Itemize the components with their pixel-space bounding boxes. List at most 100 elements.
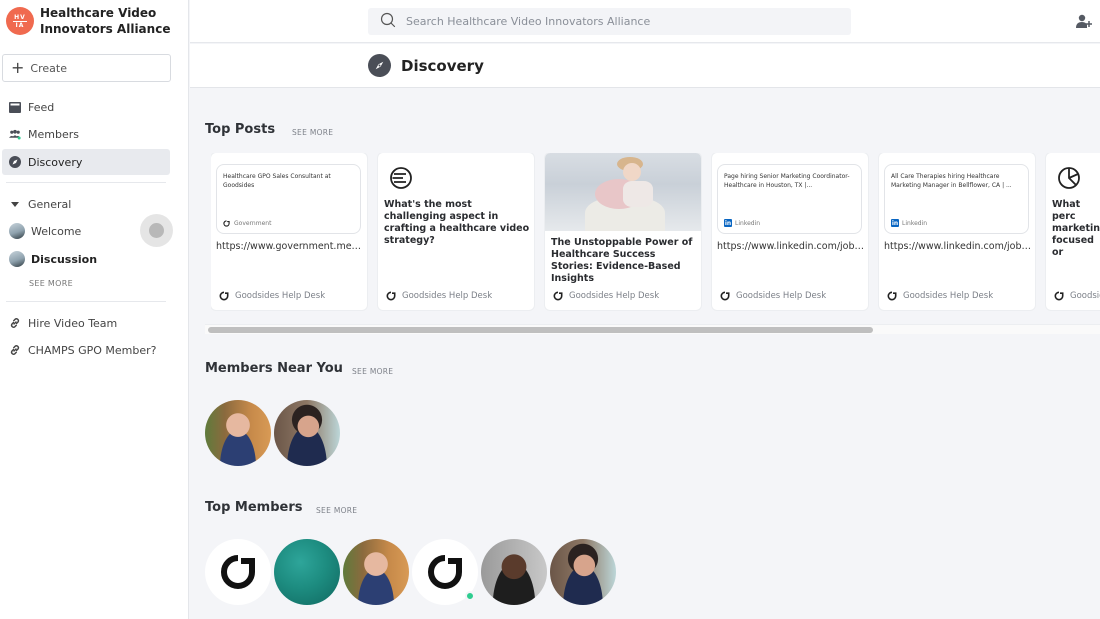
brand-name-line2: Innovators Alliance xyxy=(40,22,171,36)
member-avatar[interactable] xyxy=(205,539,271,605)
post-card[interactable]: All Care Therapies hiring Healthcare Mar… xyxy=(879,153,1035,310)
sidebar-divider xyxy=(6,182,166,183)
sidebar-link-hire-video-team[interactable]: Hire Video Team xyxy=(2,310,170,336)
linkedin-icon: in xyxy=(891,219,899,227)
sidebar-item-label: Feed xyxy=(28,100,55,114)
members-near-you-title: Members Near You xyxy=(205,361,343,376)
online-status-dot xyxy=(465,591,475,601)
goodsides-logo-icon xyxy=(221,555,255,589)
poll-lines-icon xyxy=(390,167,412,189)
logo-text-bottom: IA xyxy=(15,21,25,29)
brand[interactable]: HV IA Healthcare Video Innovators Allian… xyxy=(0,0,188,42)
sidebar-link-champs-gpo[interactable]: CHAMPS GPO Member? xyxy=(2,337,170,363)
post-url[interactable]: https://www.linkedin.com/jobs/... xyxy=(884,241,1031,252)
sidebar: HV IA Healthcare Video Innovators Allian… xyxy=(0,0,189,619)
channel-label: Welcome xyxy=(31,224,82,238)
post-author[interactable]: Goodsides Help Desk xyxy=(553,291,659,301)
link-preview-title: Page hiring Senior Marketing Coordinator… xyxy=(724,173,850,189)
author-name: Goodsides Help Desk xyxy=(903,291,994,301)
member-avatar[interactable] xyxy=(343,539,409,605)
pie-chart-icon xyxy=(1058,167,1080,189)
author-name: Goodsides Help Desk xyxy=(569,291,660,301)
posts-horizontal-scrollbar[interactable] xyxy=(205,324,1100,334)
post-author[interactable]: Goodsides Help Desk xyxy=(386,291,492,301)
top-members-see-more[interactable]: SEE MORE xyxy=(316,506,357,515)
goodsides-logo-icon xyxy=(1054,291,1064,301)
caret-down-icon xyxy=(9,198,21,210)
member-avatar[interactable] xyxy=(481,539,547,605)
search-icon xyxy=(380,12,396,32)
post-url[interactable]: https://www.linkedin.com/jobs/... xyxy=(717,241,864,252)
top-posts-title: Top Posts xyxy=(205,122,276,137)
link-preview[interactable]: Healthcare GPO Sales Consultant at Goods… xyxy=(216,164,361,234)
brand-name[interactable]: Healthcare Video Innovators Alliance xyxy=(40,5,170,37)
goodsides-logo-icon xyxy=(386,291,396,301)
search-bar[interactable] xyxy=(368,8,851,35)
member-avatar[interactable] xyxy=(274,400,340,466)
member-avatar[interactable] xyxy=(274,539,340,605)
link-preview-title: Healthcare GPO Sales Consultant at Goods… xyxy=(223,173,331,189)
click-ripple xyxy=(140,214,173,247)
member-avatar[interactable] xyxy=(550,539,616,605)
add-user-icon xyxy=(1076,14,1092,28)
post-card[interactable]: What's the most challenging aspect in cr… xyxy=(378,153,534,310)
linkedin-icon: in xyxy=(724,219,732,227)
goodsides-logo-icon xyxy=(428,555,462,589)
top-posts-see-more[interactable]: SEE MORE xyxy=(292,128,333,137)
members-icon xyxy=(9,128,21,140)
sidebar-divider xyxy=(6,301,166,302)
source-label: Linkedin xyxy=(735,219,761,227)
create-label: Create xyxy=(30,61,67,75)
goodsides-logo-icon xyxy=(887,291,897,301)
link-preview-source: in Linkedin xyxy=(724,219,760,227)
sidebar-item-label: Discovery xyxy=(28,155,83,169)
link-preview[interactable]: Page hiring Senior Marketing Coordinator… xyxy=(717,164,862,234)
brand-name-line1: Healthcare Video xyxy=(40,6,157,20)
goodsides-logo-icon xyxy=(720,291,730,301)
sidebar-see-more[interactable]: SEE MORE xyxy=(29,279,73,288)
sidebar-item-feed[interactable]: Feed xyxy=(2,94,170,120)
author-name: Goodsides Help Desk xyxy=(736,291,827,301)
sidebar-group-general[interactable]: General xyxy=(2,191,170,217)
sidebar-channel-discussion[interactable]: Discussion xyxy=(2,246,170,272)
goodsides-logo-icon xyxy=(553,291,563,301)
channel-avatar xyxy=(9,251,25,267)
author-name: Goodsides Help Desk xyxy=(402,291,493,301)
link-icon xyxy=(9,317,21,329)
post-author[interactable]: Goodsid xyxy=(1054,291,1100,301)
compass-icon xyxy=(9,156,21,168)
link-icon xyxy=(9,344,21,356)
scrollbar-thumb[interactable] xyxy=(208,327,873,333)
brand-logo[interactable]: HV IA xyxy=(6,7,34,35)
post-author[interactable]: Goodsides Help Desk xyxy=(720,291,826,301)
feed-icon xyxy=(9,101,21,113)
sidebar-link-label: Hire Video Team xyxy=(28,316,118,330)
add-member-button[interactable] xyxy=(1074,12,1094,32)
top-posts-carousel: Healthcare GPO Sales Consultant at Goods… xyxy=(211,153,1100,311)
post-image[interactable] xyxy=(545,153,701,231)
author-name: Goodsid xyxy=(1070,291,1100,301)
link-preview-source: Government xyxy=(223,220,271,227)
source-label: Government xyxy=(234,220,272,227)
search-input[interactable] xyxy=(406,15,826,28)
post-author[interactable]: Goodsides Help Desk xyxy=(887,291,993,301)
member-avatar[interactable] xyxy=(205,400,271,466)
post-card[interactable]: Healthcare GPO Sales Consultant at Goods… xyxy=(211,153,367,310)
top-members-title: Top Members xyxy=(205,500,303,515)
post-card[interactable]: Page hiring Senior Marketing Coordinator… xyxy=(712,153,868,310)
post-card[interactable]: What perc marketing focused or Goodsid xyxy=(1046,153,1100,310)
sidebar-item-discovery[interactable]: Discovery xyxy=(2,149,170,175)
create-button[interactable]: + Create xyxy=(2,54,171,82)
post-url[interactable]: https://www.government.medi... xyxy=(216,241,363,252)
goodsides-logo-icon xyxy=(219,291,229,301)
sidebar-item-members[interactable]: Members xyxy=(2,121,170,147)
post-card[interactable]: The Unstoppable Power of Healthcare Succ… xyxy=(545,153,701,310)
members-near-you-see-more[interactable]: SEE MORE xyxy=(352,367,393,376)
post-question: What's the most challenging aspect in cr… xyxy=(384,199,530,246)
logo-text-top: HV xyxy=(13,13,27,22)
sidebar-link-label: CHAMPS GPO Member? xyxy=(28,343,157,357)
post-author[interactable]: Goodsides Help Desk xyxy=(219,291,325,301)
author-name: Goodsides Help Desk xyxy=(235,291,326,301)
link-preview[interactable]: All Care Therapies hiring Healthcare Mar… xyxy=(884,164,1029,234)
link-preview-source: in Linkedin xyxy=(891,219,927,227)
